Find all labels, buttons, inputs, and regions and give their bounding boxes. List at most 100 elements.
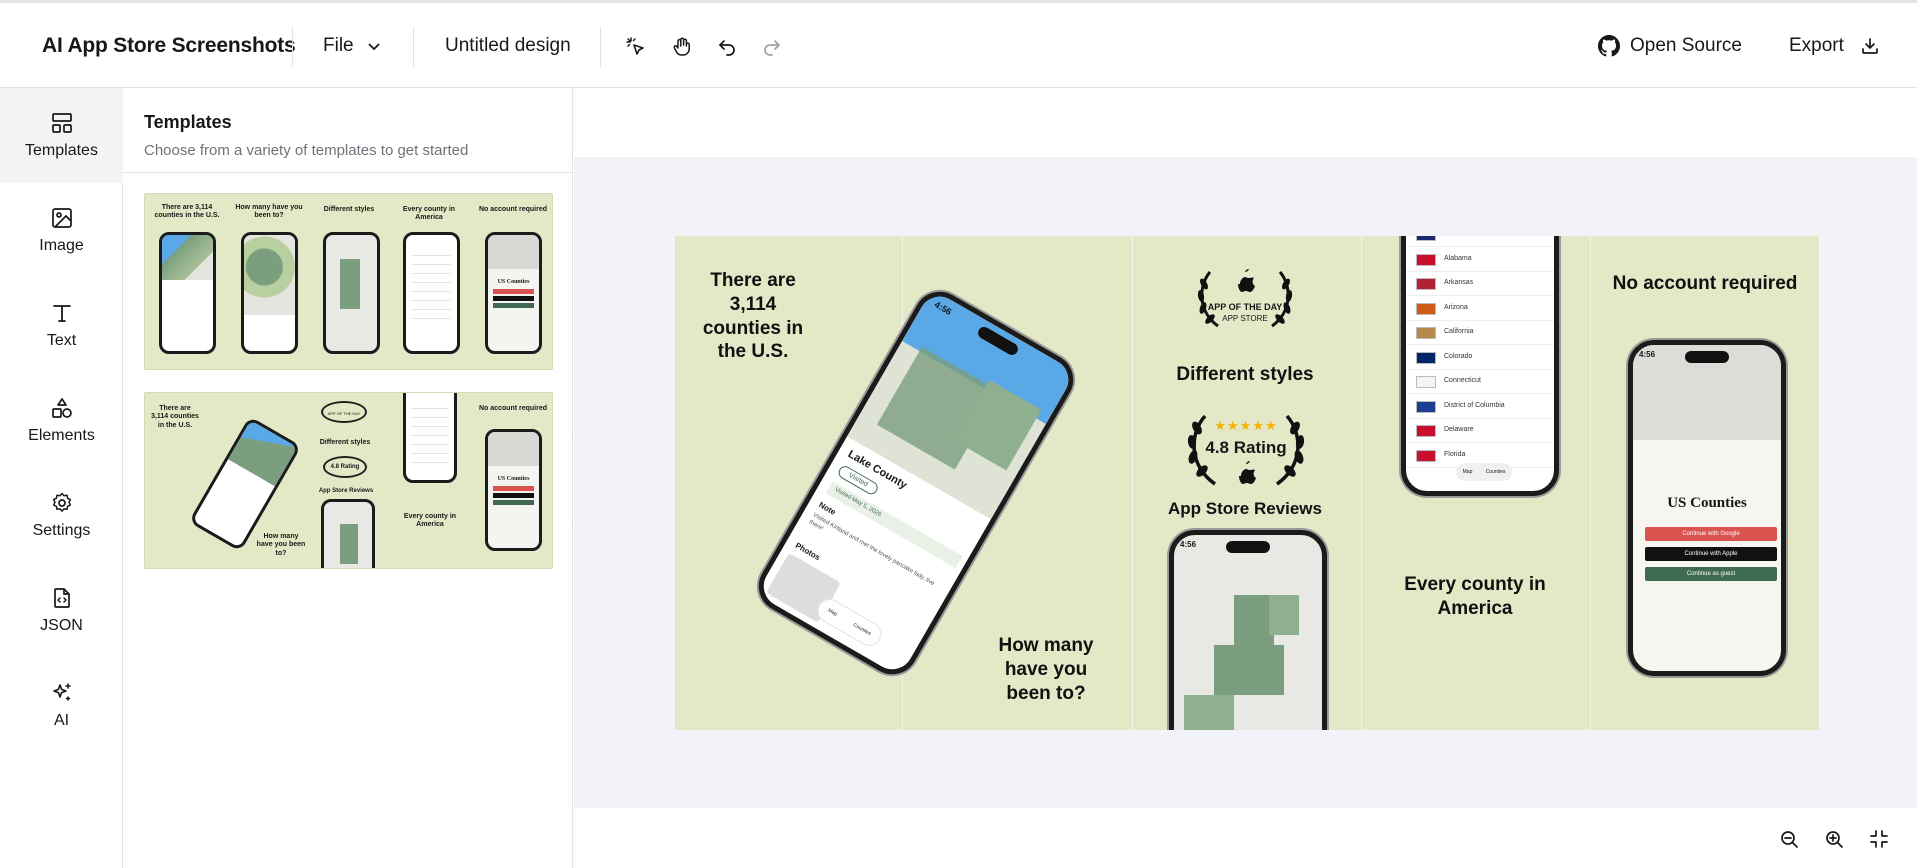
template-award: APP OF THE DAY	[321, 401, 367, 423]
template-card-2[interactable]: There are 3,114 counties in the U.S. How…	[144, 392, 553, 569]
design-name[interactable]: Untitled design	[445, 3, 571, 88]
app-of-the-day-award: APP OF THE DAY APP STORE	[1180, 264, 1310, 334]
template-phone	[403, 393, 457, 483]
state-name: Arizona	[1444, 303, 1468, 311]
sparkles-icon	[52, 683, 71, 701]
aotd-line2: APP STORE	[1222, 314, 1268, 323]
template-caption: Every county in America	[402, 206, 456, 222]
top-bar: AI App Store Screenshots File Untitled d…	[0, 0, 1917, 88]
continue-guest-button: Continue as guest	[1645, 567, 1777, 581]
text-icon	[52, 305, 71, 322]
phone-map	[847, 289, 1076, 520]
tab-map: Map	[826, 607, 839, 618]
template-phone	[403, 232, 460, 354]
phone-tabbar: Map Counties	[1456, 463, 1512, 481]
state-name: Alabama	[1444, 254, 1472, 262]
template-caption: How many have you been to?	[256, 533, 306, 557]
nav-ai[interactable]: AI	[0, 658, 123, 753]
template-us-counties: US Counties	[497, 476, 530, 482]
nav-settings-label: Settings	[32, 522, 91, 539]
slice-1-caption: There are 3,114 counties in the U.S.	[702, 270, 804, 363]
zoom-out-button[interactable]	[1775, 825, 1803, 853]
state-name: Delaware	[1444, 426, 1474, 433]
image-icon	[51, 208, 72, 228]
phone-login: 4:56 US Counties Continue with Google Co…	[1628, 340, 1786, 676]
nav-settings[interactable]: Settings	[0, 468, 123, 563]
state-name: California	[1444, 328, 1474, 335]
divider	[413, 27, 414, 67]
file-code-icon	[53, 588, 70, 608]
template-phone	[323, 232, 380, 354]
zoom-in-button[interactable]	[1820, 825, 1848, 853]
nav-templates-label: Templates	[25, 142, 98, 159]
chevron-down-icon	[366, 38, 382, 54]
state-row: Alabama	[1406, 248, 1554, 272]
state-flag-icon	[1416, 302, 1436, 315]
tab-counties: Counties	[1485, 469, 1506, 475]
state-name: Florida	[1444, 450, 1466, 458]
slice-3-caption: Different styles	[1176, 364, 1314, 385]
undo-button[interactable]	[713, 33, 741, 61]
state-row: California	[1406, 321, 1554, 345]
design-canvas[interactable]: There are 3,114 counties in the U.S. 4:5…	[675, 236, 1819, 730]
nav-templates[interactable]: Templates	[0, 88, 123, 183]
login-title: US Counties	[1667, 495, 1747, 511]
nav-text[interactable]: Text	[0, 278, 123, 373]
nav-elements-label: Elements	[28, 427, 95, 444]
rating-award: ★★★★★ 4.8 Rating	[1175, 410, 1317, 490]
slice-5-caption: No account required	[1612, 273, 1798, 294]
panel-title: Templates	[144, 112, 232, 132]
template-caption: No account required	[478, 206, 548, 213]
file-menu-button[interactable]: File	[323, 3, 382, 88]
state-flag-icon	[1416, 400, 1436, 413]
divider	[600, 27, 601, 67]
template-caption: How many have you been to?	[235, 204, 303, 220]
shapes-icon	[51, 398, 72, 418]
fit-screen-button[interactable]	[1865, 825, 1893, 853]
export-button[interactable]: Export	[1789, 3, 1880, 88]
minimize-icon	[1870, 830, 1888, 848]
aotd-line1: APP OF THE DAY	[1207, 302, 1283, 312]
phone-state-list: Alaska Alabama Arkansas Arizona California Co…	[1401, 236, 1559, 496]
state-flag-icon	[1416, 278, 1436, 290]
redo-icon	[762, 37, 782, 57]
template-caption: No account required	[478, 405, 548, 412]
template-us-counties: US Counties	[497, 279, 530, 285]
redo-button[interactable]	[758, 33, 786, 61]
note-label: Note	[817, 500, 838, 517]
state-row: Delaware	[1406, 419, 1554, 443]
reviews-caption: App Store Reviews	[1168, 499, 1322, 518]
download-icon	[1860, 36, 1880, 56]
undo-icon	[717, 37, 737, 57]
state-row: District of Columbia	[1406, 395, 1554, 419]
state-flag-icon	[1416, 253, 1436, 266]
export-label: Export	[1789, 34, 1844, 56]
nav-image[interactable]: Image	[0, 183, 123, 278]
template-phone: US Counties	[485, 232, 542, 354]
template-caption: There are 3,114 counties in the U.S.	[151, 405, 199, 429]
zoom-in-icon	[1826, 831, 1843, 848]
phone-notch	[1226, 541, 1270, 553]
open-source-label: Open Source	[1630, 34, 1742, 56]
state-name: Connecticut	[1444, 377, 1481, 384]
cursor-click-icon	[625, 36, 647, 58]
select-tool-button[interactable]	[622, 33, 650, 61]
template-card-1[interactable]: There are 3,114 counties in the U.S. How…	[144, 193, 553, 370]
state-flag-icon	[1416, 376, 1436, 388]
state-flag-icon	[1416, 327, 1436, 339]
state-row: Alaska	[1406, 236, 1554, 247]
pan-tool-button[interactable]	[668, 33, 696, 61]
template-phone	[159, 232, 216, 354]
template-phone: US Counties	[485, 429, 542, 551]
rating-value: 4.8 Rating	[1205, 438, 1287, 457]
template-rating: 4.8 Rating	[323, 456, 367, 478]
panel-subtitle: Choose from a variety of templates to ge…	[144, 142, 469, 159]
slice-divider	[1132, 236, 1133, 730]
tab-map: Map	[1462, 469, 1473, 475]
open-source-button[interactable]: Open Source	[1598, 3, 1742, 88]
nav-json[interactable]: JSON	[0, 563, 123, 658]
slice-divider	[1590, 236, 1591, 730]
templates-panel: Templates Choose from a variety of templ…	[123, 88, 573, 868]
nav-elements[interactable]: Elements	[0, 373, 123, 468]
state-flag-icon	[1416, 425, 1436, 437]
